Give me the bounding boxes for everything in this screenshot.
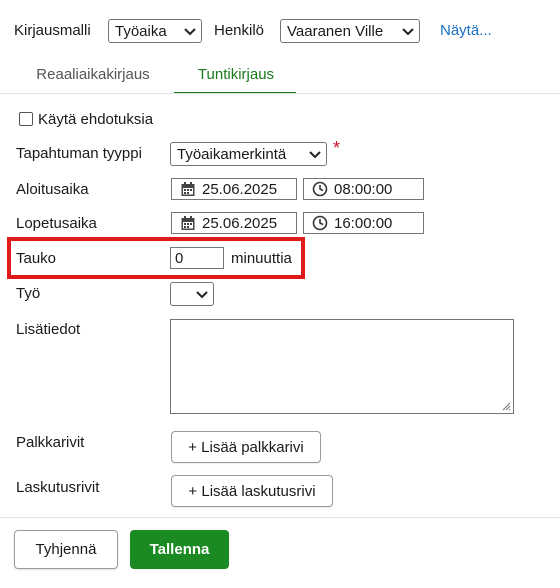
template-select[interactable]: Työaika bbox=[108, 19, 202, 43]
notes-textarea[interactable] bbox=[170, 319, 514, 414]
break-value: 0 bbox=[175, 249, 184, 267]
work-label: Työ bbox=[16, 285, 41, 302]
chevron-down-icon bbox=[402, 28, 414, 36]
start-time-value: 08:00:00 bbox=[334, 180, 393, 198]
clock-icon bbox=[312, 215, 328, 231]
billing-rows-label: Laskutusrivit bbox=[16, 479, 100, 496]
break-input[interactable]: 0 bbox=[170, 247, 224, 269]
end-time-value: 16:00:00 bbox=[334, 214, 393, 232]
footer-divider bbox=[0, 517, 560, 518]
chevron-down-icon bbox=[309, 151, 321, 159]
save-button[interactable]: Tallenna bbox=[130, 530, 229, 569]
clock-icon bbox=[312, 181, 328, 197]
chevron-down-icon bbox=[196, 291, 208, 299]
start-label: Aloitusaika bbox=[16, 181, 89, 198]
work-select[interactable] bbox=[170, 282, 214, 306]
event-type-label: Tapahtuman tyyppi bbox=[16, 145, 142, 162]
template-select-value: Työaika bbox=[115, 22, 167, 40]
person-label: Henkilö bbox=[214, 22, 265, 39]
calendar-icon bbox=[181, 182, 195, 196]
break-unit: minuuttia bbox=[231, 250, 292, 267]
add-billing-row-button[interactable]: + Lisää laskutusrivi bbox=[171, 475, 333, 507]
event-type-select[interactable]: Työaikamerkintä bbox=[170, 142, 327, 166]
start-date-field[interactable]: 25.06.2025 bbox=[171, 178, 297, 200]
notes-label: Lisätiedot bbox=[16, 321, 81, 338]
tabs-divider bbox=[0, 93, 560, 94]
end-date-field[interactable]: 25.06.2025 bbox=[171, 212, 297, 234]
required-marker: * bbox=[333, 138, 341, 158]
clear-button[interactable]: Tyhjennä bbox=[14, 530, 118, 569]
add-pay-row-button[interactable]: + Lisää palkkarivi bbox=[171, 431, 321, 463]
template-label: Kirjausmalli bbox=[14, 22, 91, 39]
pay-rows-label: Palkkarivit bbox=[16, 434, 85, 451]
start-time-field[interactable]: 08:00:00 bbox=[303, 178, 424, 200]
end-time-field[interactable]: 16:00:00 bbox=[303, 212, 424, 234]
person-select-value: Vaaranen Ville bbox=[287, 22, 384, 40]
break-label: Tauko bbox=[16, 250, 57, 267]
event-type-value: Työaikamerkintä bbox=[177, 145, 287, 163]
tab-realtime[interactable]: Reaaliaikakirjaus bbox=[18, 66, 168, 83]
person-select[interactable]: Vaaranen Ville bbox=[280, 19, 420, 43]
tab-hour-entry[interactable]: Tuntikirjaus bbox=[176, 66, 296, 83]
use-suggestions-checkbox[interactable] bbox=[19, 112, 33, 126]
end-date-value: 25.06.2025 bbox=[202, 214, 278, 232]
end-label: Lopetusaika bbox=[16, 215, 97, 232]
calendar-icon bbox=[181, 216, 195, 230]
show-link[interactable]: Näytä... bbox=[440, 22, 492, 39]
chevron-down-icon bbox=[184, 28, 196, 36]
start-date-value: 25.06.2025 bbox=[202, 180, 278, 198]
use-suggestions-label: Käytä ehdotuksia bbox=[38, 111, 154, 128]
resize-grip-icon[interactable] bbox=[502, 402, 511, 411]
